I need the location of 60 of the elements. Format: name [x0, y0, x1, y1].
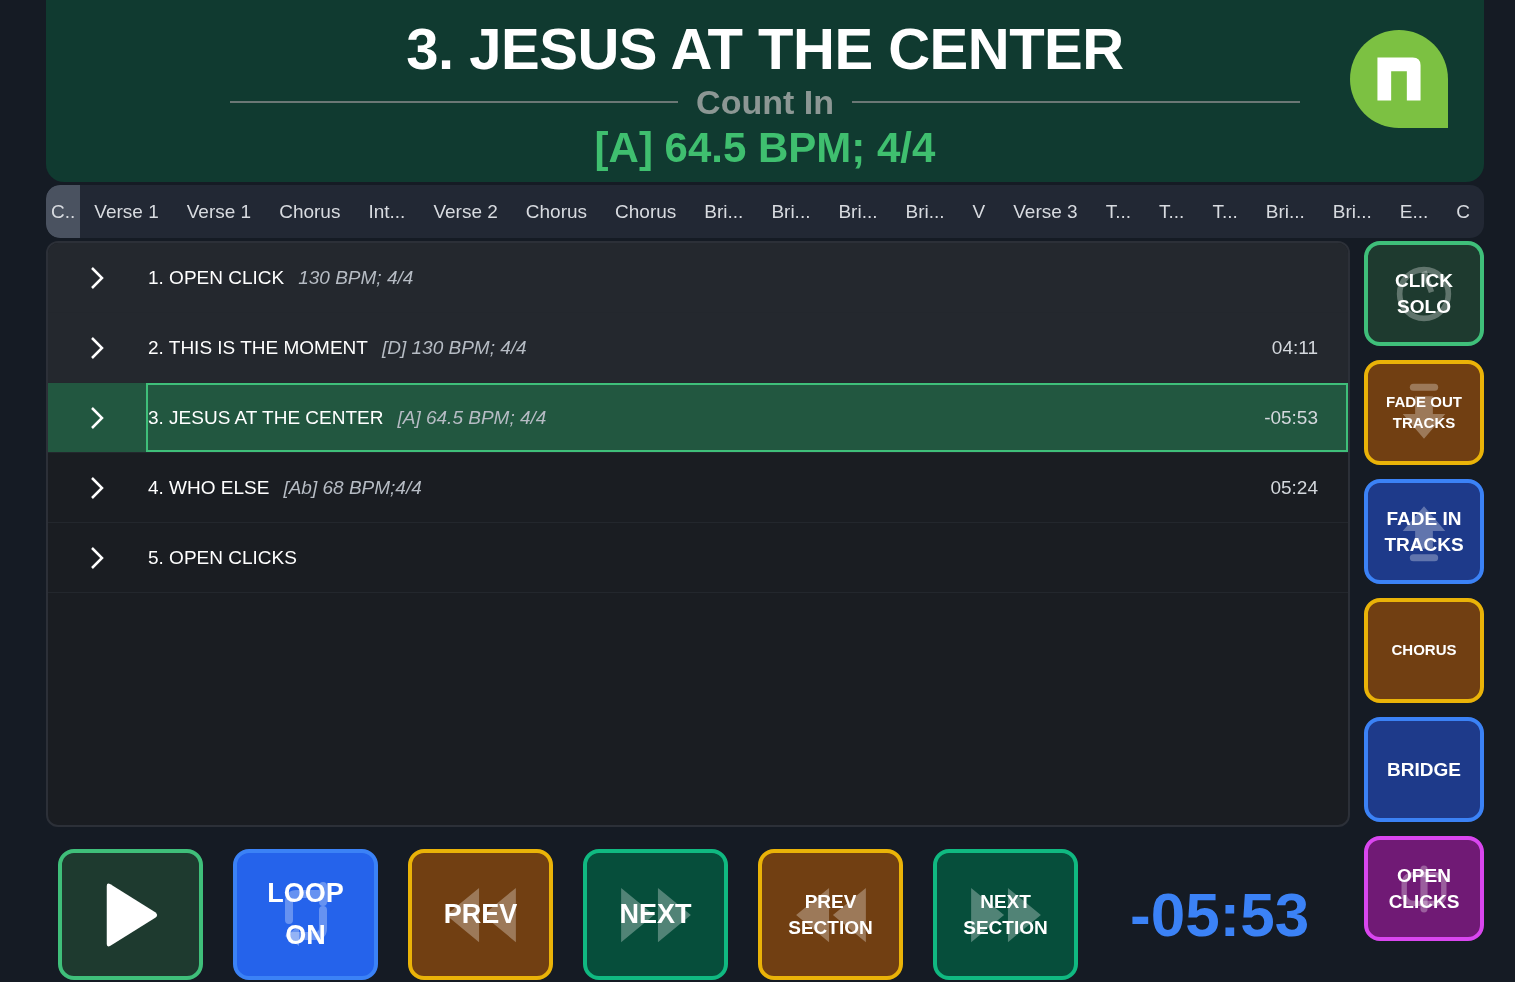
control-button[interactable]: PREV — [408, 849, 553, 980]
section-tab[interactable]: Verse 1 — [80, 185, 173, 238]
section-tab[interactable]: Chorus — [511, 185, 602, 238]
section-tab[interactable]: E... — [1385, 185, 1443, 238]
control-button[interactable]: CHORUS — [1364, 598, 1484, 703]
song-duration: -05:53 — [1264, 406, 1318, 429]
section-tab[interactable]: T... — [1091, 185, 1146, 238]
song-row[interactable]: 5. OPEN CLICKS — [48, 523, 1348, 593]
song-row[interactable]: 3. JESUS AT THE CENTER [A] 64.5 BPM; 4/4 -05:53 — [48, 383, 1348, 453]
section-tab[interactable]: C.. — [46, 185, 81, 238]
control-button[interactable]: CLICK SOLO — [1364, 241, 1484, 346]
song-duration: 04:11 — [1271, 336, 1318, 359]
section-tab[interactable]: T... — [1145, 185, 1199, 238]
section-tab[interactable]: Chorus — [601, 185, 691, 238]
section-tab[interactable]: Chorus — [265, 185, 355, 238]
song-duration: 05:24 — [1270, 476, 1318, 499]
section-tab[interactable]: Verse 1 — [172, 185, 266, 238]
section-tab[interactable]: Bri... — [1318, 185, 1386, 238]
section-tab[interactable]: Verse 3 — [999, 185, 1092, 238]
song-title: 1. OPEN CLICK — [148, 266, 285, 289]
song-title: 4. WHO ELSE — [148, 476, 270, 499]
song-tempo: [Ab] 68 BPM;4/4 — [283, 476, 422, 499]
song-title: 3. JESUS AT THE CENTER — [148, 406, 384, 429]
logo-icon — [1350, 30, 1448, 128]
control-button[interactable]: LOOP ON — [233, 849, 378, 980]
control-button[interactable]: NEXT SECTION — [933, 849, 1078, 980]
time-remaining: -05:53 — [1130, 879, 1310, 950]
song-tempo: 130 BPM; 4/4 — [298, 266, 414, 289]
song-title: 2. THIS IS THE MOMENT — [148, 336, 368, 359]
song-tempo: [A] 64.5 BPM; 4/4 — [397, 406, 547, 429]
control-button[interactable]: PREV SECTION — [758, 849, 903, 980]
section-tab[interactable]: Bri... — [690, 185, 758, 238]
control-button[interactable]: FADE OUT TRACKS — [1364, 360, 1484, 465]
section-tab[interactable]: C — [1442, 185, 1484, 238]
chevron-icon[interactable] — [90, 265, 104, 290]
song-row[interactable]: 4. WHO ELSE [Ab] 68 BPM;4/4 05:24 — [48, 453, 1348, 523]
play-button[interactable] — [58, 849, 203, 980]
section-name: Count In — [696, 82, 834, 122]
section-tab[interactable]: Bri... — [824, 185, 892, 238]
song-title: 3. JESUS AT THE CENTER — [406, 16, 1124, 82]
section-tab[interactable]: T... — [1198, 185, 1252, 238]
song-tempo: [D] 130 BPM; 4/4 — [381, 336, 527, 359]
control-button[interactable]: BRIDGE — [1364, 717, 1484, 822]
song-row[interactable]: 1. OPEN CLICK 130 BPM; 4/4 — [48, 243, 1348, 313]
song-title: 5. OPEN CLICKS — [148, 546, 297, 569]
section-tab[interactable]: V — [958, 185, 1000, 238]
section-tab[interactable]: Int... — [354, 185, 420, 238]
control-button[interactable]: NEXT — [583, 849, 728, 980]
section-tab[interactable]: Bri... — [891, 185, 959, 238]
section-tab[interactable]: Bri... — [1251, 185, 1319, 238]
chevron-icon[interactable] — [90, 475, 104, 500]
chevron-icon[interactable] — [90, 335, 104, 360]
song-row[interactable]: 2. THIS IS THE MOMENT [D] 130 BPM; 4/4 04:11 — [48, 313, 1348, 383]
control-button[interactable]: OPEN CLICKS — [1364, 836, 1484, 941]
chevron-icon[interactable] — [90, 545, 104, 570]
control-button[interactable]: FADE IN TRACKS — [1364, 479, 1484, 584]
section-tab[interactable]: Bri... — [757, 185, 825, 238]
song-info: [A] 64.5 BPM; 4/4 — [594, 123, 936, 173]
section-tab[interactable]: Verse 2 — [419, 185, 512, 238]
chevron-icon[interactable] — [90, 405, 104, 430]
